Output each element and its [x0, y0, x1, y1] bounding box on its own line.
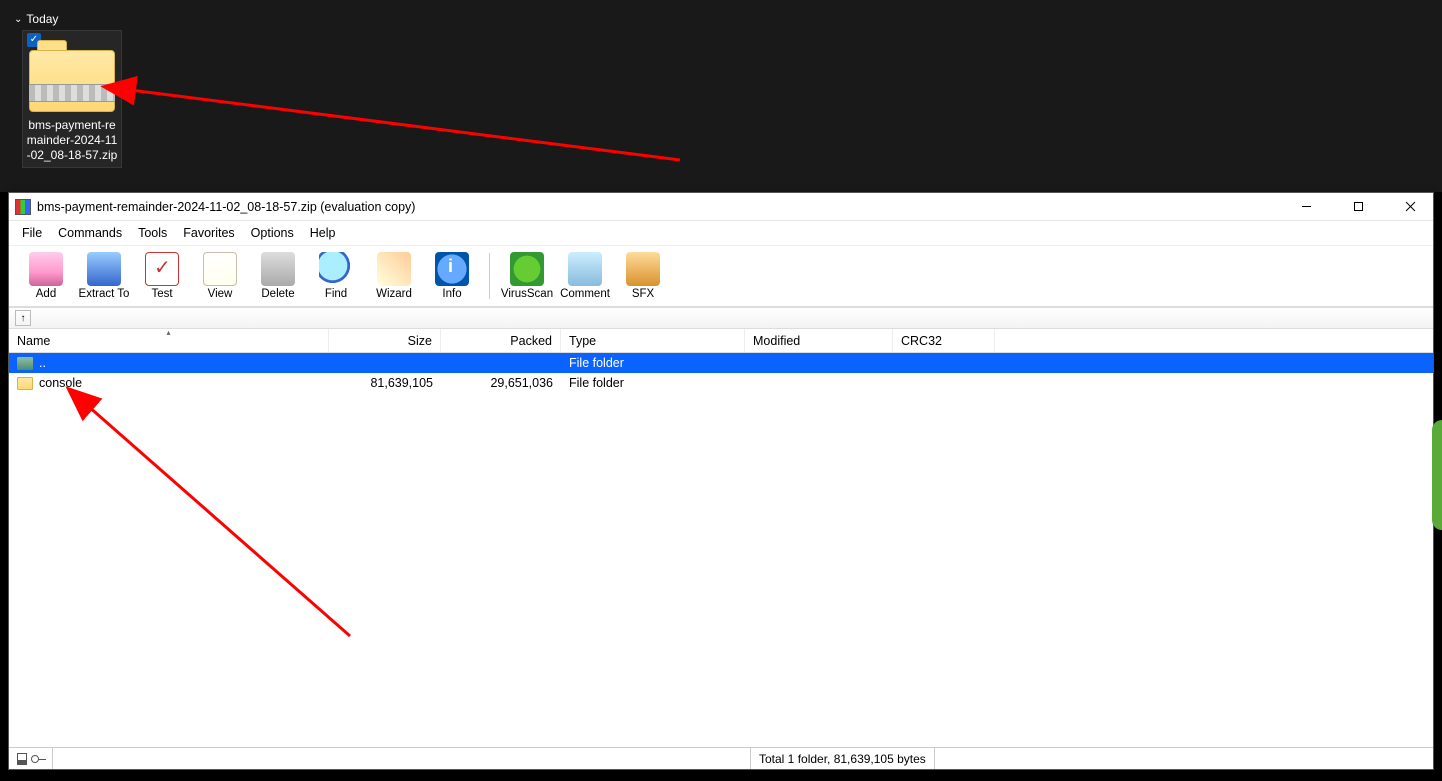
desktop-file-label: bms-payment-remainder-2024-11-02_08-18-5… — [23, 118, 121, 163]
menu-options[interactable]: Options — [244, 224, 301, 242]
close-button[interactable] — [1387, 193, 1433, 221]
tool-find[interactable]: Find — [307, 252, 365, 300]
extract-icon — [87, 252, 121, 286]
find-icon — [319, 252, 353, 286]
test-icon — [145, 252, 179, 286]
window-title: bms-payment-remainder-2024-11-02_08-18-5… — [37, 200, 415, 214]
menu-help[interactable]: Help — [303, 224, 343, 242]
tool-info[interactable]: Info — [423, 252, 481, 300]
row-packed: 29,651,036 — [490, 376, 553, 390]
toolbar: Add Extract To Test View Delete Find Wiz… — [9, 245, 1433, 307]
tool-comment[interactable]: Comment — [556, 252, 614, 300]
tool-add[interactable]: Add — [17, 252, 75, 300]
menu-commands[interactable]: Commands — [51, 224, 129, 242]
address-bar[interactable]: ↑ — [9, 307, 1433, 329]
header-crc[interactable]: CRC32 — [893, 329, 995, 352]
zip-icon — [29, 40, 115, 112]
tool-view[interactable]: View — [191, 252, 249, 300]
column-headers: Name▴ Size Packed Type Modified CRC32 — [9, 329, 1433, 353]
status-bar: Total 1 folder, 81,639,105 bytes — [9, 747, 1433, 769]
info-icon — [435, 252, 469, 286]
menu-file[interactable]: File — [15, 224, 49, 242]
minimize-button[interactable] — [1283, 193, 1329, 221]
parent-dir-type: File folder — [569, 356, 624, 370]
background-fragment — [1432, 420, 1442, 530]
status-total: Total 1 folder, 81,639,105 bytes — [750, 748, 935, 769]
winrar-window: bms-payment-remainder-2024-11-02_08-18-5… — [8, 192, 1434, 770]
menubar: File Commands Tools Favorites Options He… — [9, 221, 1433, 245]
lock-icon — [17, 753, 27, 765]
tool-delete[interactable]: Delete — [249, 252, 307, 300]
row-name: console — [39, 376, 82, 390]
file-list[interactable]: .. File folder console 81,639,105 29,651… — [9, 353, 1433, 747]
wizard-icon — [377, 252, 411, 286]
row-size: 81,639,105 — [370, 376, 433, 390]
sort-asc-icon: ▴ — [166, 328, 170, 337]
winrar-app-icon — [15, 199, 31, 215]
explorer-area: ⌄ Today ✓ bms-payment-remainder-2024-11-0… — [0, 0, 1442, 192]
view-icon — [203, 252, 237, 286]
parent-dir-name: .. — [39, 356, 46, 370]
key-icon — [31, 755, 39, 763]
desktop-zip-file[interactable]: ✓ bms-payment-remainder-2024-11-02_08-18… — [22, 30, 122, 168]
header-size[interactable]: Size — [329, 329, 441, 352]
up-button[interactable]: ↑ — [15, 310, 31, 326]
tool-sfx[interactable]: SFX — [614, 252, 672, 300]
row-type: File folder — [569, 376, 624, 390]
virus-icon — [510, 252, 544, 286]
parent-dir-row[interactable]: .. File folder — [9, 353, 1433, 373]
comment-icon — [568, 252, 602, 286]
chevron-down-icon: ⌄ — [14, 14, 22, 25]
folder-icon — [17, 377, 33, 390]
header-name[interactable]: Name▴ — [9, 329, 329, 352]
header-modified[interactable]: Modified — [745, 329, 893, 352]
add-icon — [29, 252, 63, 286]
tool-virusscan[interactable]: VirusScan — [498, 252, 556, 300]
header-type[interactable]: Type — [561, 329, 745, 352]
menu-tools[interactable]: Tools — [131, 224, 174, 242]
maximize-button[interactable] — [1335, 193, 1381, 221]
titlebar[interactable]: bms-payment-remainder-2024-11-02_08-18-5… — [9, 193, 1433, 221]
tool-wizard[interactable]: Wizard — [365, 252, 423, 300]
menu-favorites[interactable]: Favorites — [176, 224, 241, 242]
group-label: Today — [26, 12, 58, 26]
tool-extract[interactable]: Extract To — [75, 252, 133, 300]
header-packed[interactable]: Packed — [441, 329, 561, 352]
tool-test[interactable]: Test — [133, 252, 191, 300]
toolbar-separator — [489, 253, 490, 299]
sfx-icon — [626, 252, 660, 286]
table-row[interactable]: console 81,639,105 29,651,036 File folde… — [9, 373, 1433, 393]
parent-folder-icon — [17, 357, 33, 370]
status-icons — [9, 748, 53, 769]
delete-icon — [261, 252, 295, 286]
group-header-today[interactable]: ⌄ Today — [14, 12, 58, 26]
